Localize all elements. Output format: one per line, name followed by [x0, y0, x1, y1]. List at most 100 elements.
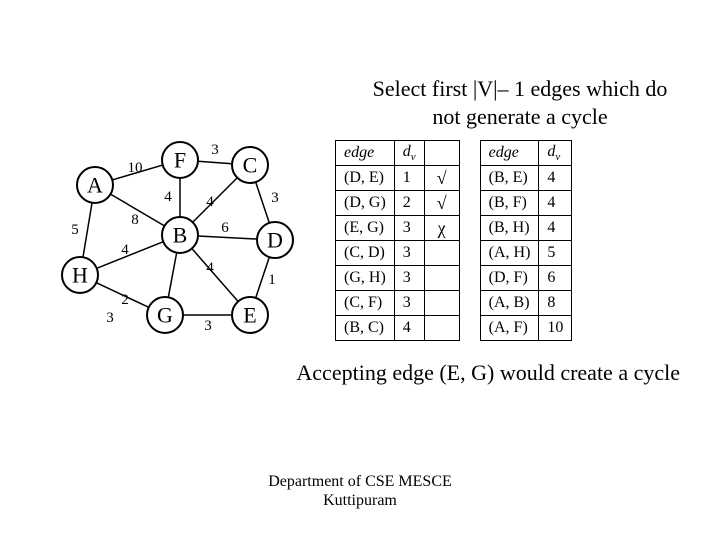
weight-B-D: 6 [221, 220, 229, 236]
weight-A-F: 10 [128, 160, 143, 176]
node-E: E [232, 297, 268, 333]
table-row: (C, D)3 [336, 241, 460, 266]
footer: Department of CSE MESCE Kuttipuram [0, 472, 720, 510]
cell-mark: χ [424, 216, 459, 241]
t1-h-edge: edge [336, 141, 395, 166]
cell-mark: √ [424, 166, 459, 191]
cell-dv: 4 [539, 166, 572, 191]
node-D: D [257, 222, 293, 258]
cell-mark [424, 241, 459, 266]
weight-H-G: 2 [121, 292, 129, 308]
cell-edge: (B, F) [480, 191, 539, 216]
slide-title: Select first |V|– 1 edges which do not g… [360, 75, 680, 130]
cell-edge: (A, F) [480, 316, 539, 341]
node-F: F [162, 142, 198, 178]
node-H: H [62, 257, 98, 293]
table-row: (D, F)6 [480, 266, 572, 291]
t1-h-mark [424, 141, 459, 166]
svg-text:H: H [72, 263, 88, 288]
weight-H-G: 3 [106, 310, 114, 326]
svg-text:D: D [267, 228, 283, 253]
weight-F-B: 4 [164, 189, 172, 205]
edge-B-E [192, 249, 238, 302]
edge-B-C [193, 178, 238, 223]
cell-edge: (D, F) [480, 266, 539, 291]
edge-F-C [198, 161, 232, 163]
weight-B-E: 4 [206, 260, 214, 276]
weight-H-B: 4 [121, 242, 129, 258]
cell-dv: 3 [394, 241, 424, 266]
footer-line-2: Kuttipuram [0, 491, 720, 510]
graph-diagram: 103844365441233AFCBDHGE [50, 140, 310, 370]
cell-edge: (C, D) [336, 241, 395, 266]
cell-dv: 1 [394, 166, 424, 191]
cell-dv: 3 [394, 266, 424, 291]
edge-B-D [198, 236, 257, 239]
svg-text:E: E [243, 303, 256, 328]
table-row: (B, E)4 [480, 166, 572, 191]
cell-mark: √ [424, 191, 459, 216]
cell-dv: 10 [539, 316, 572, 341]
cell-mark [424, 316, 459, 341]
cell-edge: (B, H) [480, 216, 539, 241]
cell-edge: (B, C) [336, 316, 395, 341]
cell-dv: 2 [394, 191, 424, 216]
t1-h-dv: dv [394, 141, 424, 166]
cell-edge: (A, H) [480, 241, 539, 266]
weight-B-C: 4 [206, 194, 214, 210]
table-row: (D, E)1√ [336, 166, 460, 191]
footer-line-1: Department of CSE MESCE [0, 472, 720, 491]
edge-D-E [256, 257, 270, 298]
cell-dv: 8 [539, 291, 572, 316]
table-row: (G, H)3 [336, 266, 460, 291]
cell-dv: 4 [539, 191, 572, 216]
cell-dv: 4 [394, 316, 424, 341]
cell-edge: (C, F) [336, 291, 395, 316]
cell-dv: 3 [394, 216, 424, 241]
t2-h-edge: edge [480, 141, 539, 166]
node-A: A [77, 167, 113, 203]
weight-A-B: 8 [131, 212, 139, 228]
svg-text:G: G [157, 303, 173, 328]
svg-text:F: F [174, 148, 186, 173]
cell-mark [424, 291, 459, 316]
table-row: (A, B)8 [480, 291, 572, 316]
cell-edge: (D, E) [336, 166, 395, 191]
weight-A-H: 5 [71, 222, 79, 238]
svg-text:A: A [87, 173, 103, 198]
table-row: (A, H)5 [480, 241, 572, 266]
cell-edge: (D, G) [336, 191, 395, 216]
weight-F-C: 3 [211, 142, 219, 158]
edge-G-B [168, 253, 176, 298]
cell-edge: (B, E) [480, 166, 539, 191]
edge-table-1: edge dv (D, E)1√(D, G)2√(E, G)3χ(C, D)3(… [335, 140, 460, 341]
cell-edge: (A, B) [480, 291, 539, 316]
weight-D-E: 1 [268, 272, 276, 288]
cell-mark [424, 266, 459, 291]
edge-A-H [83, 203, 92, 257]
node-C: C [232, 147, 268, 183]
edge-table-2: edge dv (B, E)4(B, F)4(B, H)4(A, H)5(D, … [480, 140, 573, 341]
edge-H-B [97, 242, 164, 269]
cell-edge: (E, G) [336, 216, 395, 241]
table-row: (E, G)3χ [336, 216, 460, 241]
weight-C-D: 3 [271, 190, 279, 206]
cell-dv: 5 [539, 241, 572, 266]
table-row: (C, F)3 [336, 291, 460, 316]
cell-dv: 4 [539, 216, 572, 241]
node-G: G [147, 297, 183, 333]
cell-dv: 6 [539, 266, 572, 291]
table-row: (B, H)4 [480, 216, 572, 241]
weight-G-E: 3 [204, 318, 212, 334]
node-B: B [162, 217, 198, 253]
t2-h-dv: dv [539, 141, 572, 166]
table-row: (D, G)2√ [336, 191, 460, 216]
cell-dv: 3 [394, 291, 424, 316]
cell-edge: (G, H) [336, 266, 395, 291]
table-row: (B, F)4 [480, 191, 572, 216]
svg-text:C: C [243, 153, 258, 178]
edge-C-D [256, 182, 270, 223]
svg-text:B: B [173, 223, 188, 248]
edge-tables: edge dv (D, E)1√(D, G)2√(E, G)3χ(C, D)3(… [335, 140, 572, 341]
table-row: (A, F)10 [480, 316, 572, 341]
